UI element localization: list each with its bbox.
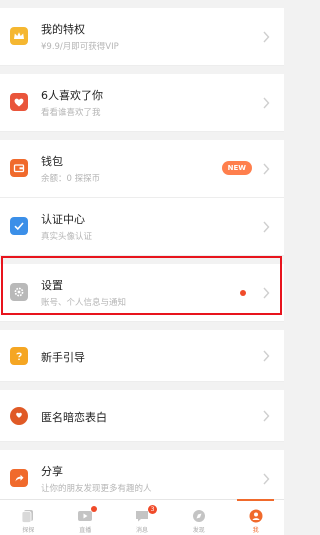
menu-item-guide[interactable]: 新手引导 bbox=[0, 330, 284, 382]
live-dot bbox=[91, 506, 98, 512]
wallet-icon bbox=[10, 159, 28, 177]
tab-discover[interactable]: 发现 bbox=[170, 500, 227, 535]
menu-item-settings[interactable]: 设置 账号、个人信息与通知 bbox=[0, 264, 284, 322]
settings-title: 设置 bbox=[41, 279, 63, 292]
section-spacer bbox=[0, 382, 284, 390]
top-spacer bbox=[0, 0, 284, 8]
chevron-right-icon bbox=[263, 31, 270, 43]
privilege-subtitle: ¥9.9/月即可获得VIP bbox=[41, 42, 119, 52]
speech-bubble-icon bbox=[10, 407, 28, 425]
video-icon bbox=[77, 506, 98, 523]
chevron-right-icon bbox=[263, 221, 270, 233]
chevron-right-icon bbox=[263, 287, 270, 299]
crown-icon bbox=[10, 27, 28, 45]
share-title: 分享 bbox=[41, 465, 63, 478]
settings-menu-list: 我的特权 ¥9.9/月即可获得VIP 6人喜欢了你 看看谁喜欢了我 钱包 余额：… bbox=[0, 0, 284, 508]
chevron-right-icon bbox=[263, 163, 270, 175]
tab-label: 我 bbox=[252, 527, 259, 534]
menu-item-wallet[interactable]: 钱包 余额：0 探探币 NEW bbox=[0, 140, 284, 198]
wallet-subtitle: 余额：0 探探币 bbox=[41, 174, 101, 184]
tab-label: 发现 bbox=[192, 527, 205, 534]
menu-item-verify[interactable]: 认证中心 真实头像认证 bbox=[0, 198, 284, 256]
bottom-tab-bar: 探探 直播 3 消息 发现 我 bbox=[0, 499, 284, 535]
menu-item-likes[interactable]: 6人喜欢了你 看看谁喜欢了我 bbox=[0, 74, 284, 132]
share-subtitle: 让你的朋友发现更多有趣的人 bbox=[41, 484, 152, 494]
tab-live[interactable]: 直播 bbox=[57, 500, 114, 535]
wallet-title: 钱包 bbox=[41, 155, 63, 168]
likes-title: 6人喜欢了你 bbox=[41, 89, 103, 102]
gear-icon bbox=[10, 283, 28, 301]
chevron-right-icon bbox=[263, 410, 270, 422]
tab-label: 消息 bbox=[135, 527, 148, 534]
section-spacer bbox=[0, 66, 284, 74]
new-badge: NEW bbox=[221, 161, 252, 175]
menu-item-privilege[interactable]: 我的特权 ¥9.9/月即可获得VIP bbox=[0, 8, 284, 66]
section-spacer bbox=[0, 442, 284, 450]
question-icon bbox=[10, 347, 28, 365]
privilege-title: 我的特权 bbox=[41, 23, 85, 36]
menu-item-anonymous[interactable]: 匿名暗恋表白 bbox=[0, 390, 284, 442]
tab-tantan[interactable]: 探探 bbox=[0, 500, 57, 535]
chevron-right-icon bbox=[263, 97, 270, 109]
heart-icon bbox=[10, 93, 28, 111]
check-icon bbox=[10, 217, 28, 235]
notification-dot bbox=[240, 290, 246, 296]
section-spacer bbox=[0, 322, 284, 330]
verify-subtitle: 真实头像认证 bbox=[41, 232, 93, 242]
section-spacer bbox=[0, 256, 284, 264]
tab-me[interactable]: 我 bbox=[227, 499, 284, 535]
profile-icon bbox=[248, 509, 264, 523]
chevron-right-icon bbox=[263, 350, 270, 362]
anonymous-title: 匿名暗恋表白 bbox=[41, 411, 107, 424]
chevron-right-icon bbox=[263, 473, 270, 485]
cards-icon bbox=[20, 509, 36, 523]
chat-icon: 3 bbox=[134, 505, 157, 523]
message-count-badge: 3 bbox=[147, 505, 157, 514]
share-icon bbox=[10, 469, 28, 487]
compass-icon bbox=[191, 509, 207, 523]
guide-title: 新手引导 bbox=[41, 351, 85, 364]
likes-subtitle: 看看谁喜欢了我 bbox=[41, 108, 101, 118]
settings-subtitle: 账号、个人信息与通知 bbox=[41, 298, 127, 308]
verify-title: 认证中心 bbox=[41, 213, 85, 226]
tab-messages[interactable]: 3 消息 bbox=[114, 500, 171, 535]
tab-label: 探探 bbox=[22, 527, 35, 534]
section-spacer bbox=[0, 132, 284, 140]
tab-label: 直播 bbox=[79, 527, 92, 534]
